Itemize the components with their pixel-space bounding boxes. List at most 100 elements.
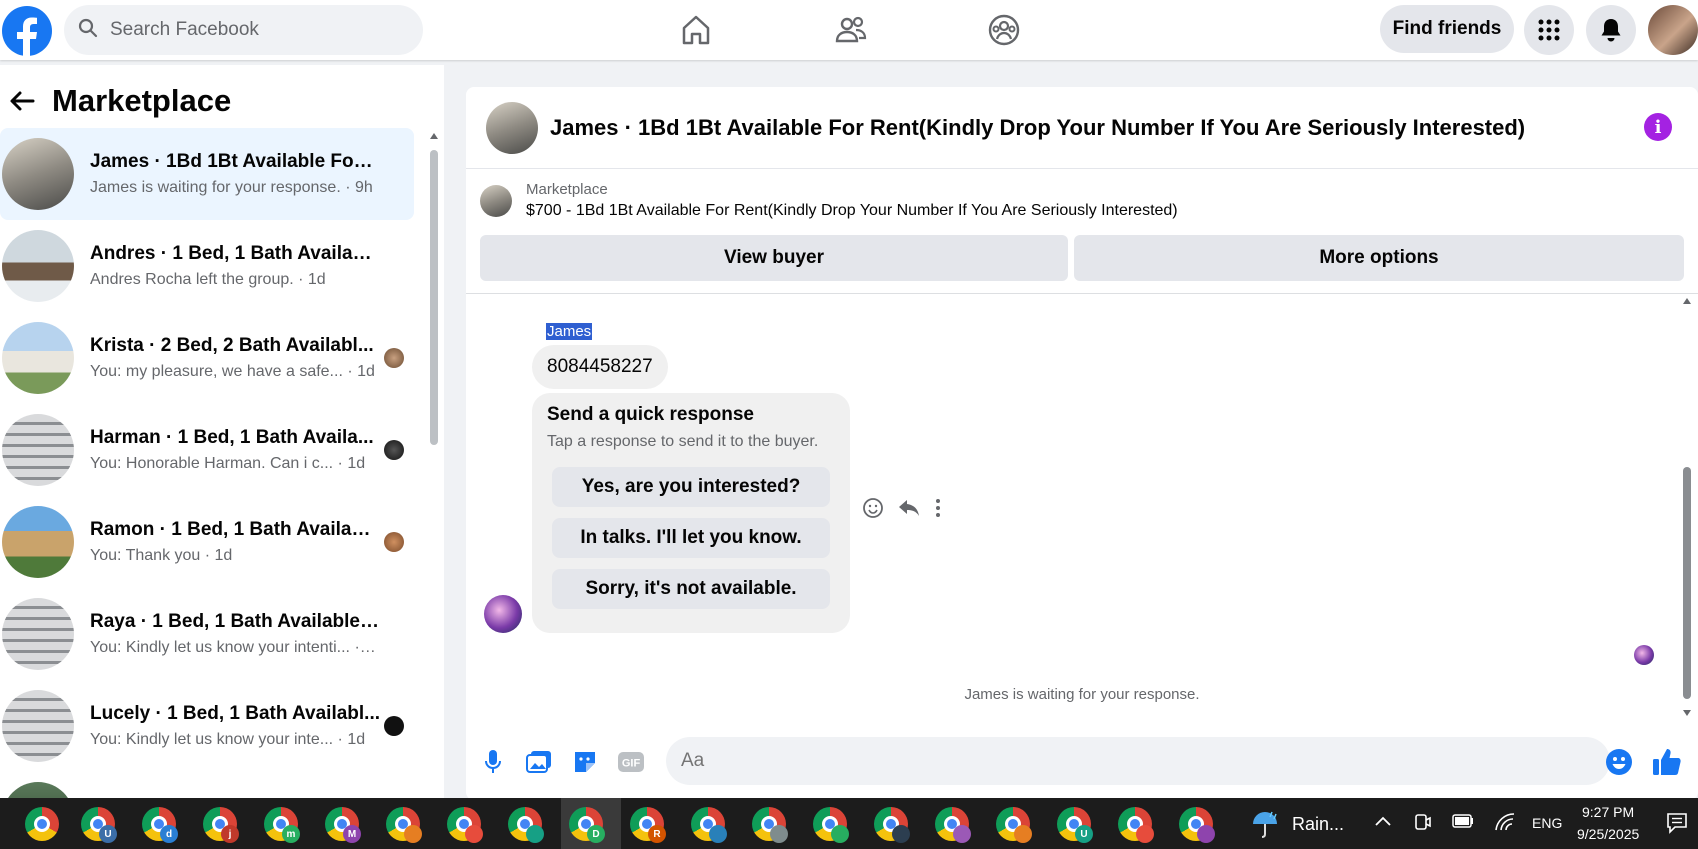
chrome-app-icon[interactable] — [25, 807, 59, 841]
profile-badge — [831, 825, 849, 843]
conversation-item-harman[interactable]: Harman · 1 Bed, 1 Bath Availa... You: Ho… — [0, 404, 414, 496]
find-friends-button[interactable]: Find friends — [1380, 5, 1514, 53]
home-icon[interactable] — [674, 10, 718, 50]
clock-date[interactable]: 9/25/2025 — [1577, 826, 1639, 842]
scroll-up-arrow-icon[interactable] — [1682, 297, 1692, 305]
listing-summary[interactable]: Marketplace $700 - 1Bd 1Bt Available For… — [480, 181, 1178, 220]
conversation-scroll-thumb[interactable] — [1683, 467, 1691, 699]
chrome-profile-icon[interactable]: U — [1057, 807, 1093, 843]
meet-now-icon[interactable] — [1414, 812, 1432, 835]
scroll-up-arrow-icon[interactable] — [429, 132, 439, 140]
chrome-profile-icon[interactable] — [935, 807, 971, 843]
marketplace-sidebar: Marketplace James · 1Bd 1Bt Available Fo… — [0, 65, 444, 798]
listing-thumbnail[interactable] — [486, 101, 538, 154]
message-bubble[interactable]: 8084458227 — [532, 345, 668, 389]
os-taskbar: Ud j m M D R U Rain... ENG 9:27 PM 9/25/2025 — [0, 798, 1698, 849]
gif-icon[interactable]: GIF — [616, 747, 646, 777]
thumbs-up-icon[interactable] — [1652, 747, 1682, 777]
conversation-preview: You: Kindly let us know your inte... · 1… — [90, 731, 366, 748]
message-actions — [862, 497, 942, 524]
participant-avatar — [384, 440, 404, 460]
chrome-profile-icon[interactable]: d — [142, 807, 178, 843]
chrome-profile-icon[interactable] — [508, 807, 544, 843]
quick-response-option-interested[interactable]: Yes, are you interested? — [552, 467, 830, 507]
chrome-profile-icon[interactable] — [996, 807, 1032, 843]
notification-center-icon[interactable] — [1666, 812, 1688, 837]
message-input-field[interactable] — [666, 737, 1610, 785]
scroll-down-arrow-icon[interactable] — [1682, 709, 1692, 717]
sender-avatar[interactable] — [484, 595, 522, 633]
profile-badge — [1136, 825, 1154, 843]
seen-by-avatar — [1634, 645, 1654, 665]
battery-icon[interactable] — [1452, 814, 1474, 831]
chrome-profile-icon[interactable] — [447, 807, 483, 843]
top-navigation-bar: Search Facebook Find friends — [0, 0, 1698, 60]
profile-badge: D — [587, 825, 605, 843]
weather-icon[interactable] — [1250, 810, 1280, 841]
more-options-button[interactable]: More options — [1074, 235, 1684, 281]
language-indicator[interactable]: ENG — [1532, 815, 1562, 831]
sidebar-title: Marketplace — [52, 83, 232, 118]
info-icon[interactable]: i — [1644, 113, 1672, 141]
search-icon — [78, 18, 98, 43]
chrome-profile-icon[interactable] — [813, 807, 849, 843]
sticker-icon[interactable] — [570, 747, 600, 777]
photo-icon[interactable] — [524, 747, 554, 777]
notifications-bell-icon[interactable] — [1586, 5, 1636, 55]
profile-avatar[interactable] — [1648, 5, 1698, 55]
header-divider — [466, 293, 1698, 294]
chrome-profile-icon[interactable]: M — [325, 807, 361, 843]
chrome-profile-icon[interactable] — [1118, 807, 1154, 843]
listing-thumbnail — [2, 598, 74, 670]
message-input[interactable] — [666, 737, 1610, 785]
facebook-logo-icon[interactable] — [2, 6, 52, 56]
listing-thumbnail — [2, 690, 74, 762]
groups-icon[interactable] — [982, 10, 1026, 50]
clock-time[interactable]: 9:27 PM — [1582, 804, 1634, 820]
listing-thumbnail — [2, 506, 74, 578]
sidebar-scroll-thumb[interactable] — [430, 150, 438, 445]
conversation-scrollbar[interactable] — [1680, 297, 1694, 717]
back-arrow-icon[interactable] — [0, 90, 44, 112]
chrome-profile-icon[interactable]: U — [81, 807, 117, 843]
view-buyer-button[interactable]: View buyer — [480, 235, 1068, 281]
chevron-up-icon[interactable] — [1374, 814, 1392, 830]
conversation-header-title[interactable]: James · 1Bd 1Bt Available For Rent(Kindl… — [550, 115, 1525, 141]
menu-grid-icon[interactable] — [1524, 5, 1574, 55]
search-input[interactable]: Search Facebook — [110, 19, 259, 41]
friends-icon[interactable] — [829, 10, 873, 50]
chrome-profile-icon[interactable]: R — [630, 807, 666, 843]
quick-response-option-in-talks[interactable]: In talks. I'll let you know. — [552, 518, 830, 558]
sidebar-scrollbar[interactable] — [428, 133, 440, 450]
conversation-title: Raya · 1 Bed, 1 Bath Available Fo... — [90, 611, 380, 632]
conversation-item-andres[interactable]: Andres · 1 Bed, 1 Bath Available ... And… — [0, 220, 414, 312]
chrome-profile-icon[interactable] — [1179, 807, 1215, 843]
react-smiley-icon[interactable] — [862, 497, 884, 524]
listing-thumbnail — [2, 414, 74, 486]
chrome-profile-icon[interactable] — [386, 807, 422, 843]
more-vertical-icon[interactable] — [934, 498, 942, 523]
chrome-profile-icon[interactable] — [752, 807, 788, 843]
quick-response-title: Send a quick response — [547, 404, 754, 425]
emoji-icon[interactable] — [1604, 747, 1634, 777]
weather-text[interactable]: Rain... — [1292, 814, 1344, 835]
profile-badge — [465, 825, 483, 843]
quick-response-option-not-available[interactable]: Sorry, it's not available. — [552, 569, 830, 609]
conversation-title: Andres · 1 Bed, 1 Bath Available ... — [90, 243, 380, 264]
conversation-item-partial[interactable] — [0, 772, 414, 798]
conversation-item-james[interactable]: James · 1Bd 1Bt Available For Re... Jame… — [0, 128, 414, 220]
conversation-item-ramon[interactable]: Ramon · 1 Bed, 1 Bath Availabl... You: T… — [0, 496, 414, 588]
conversation-item-krista[interactable]: Krista · 2 Bed, 2 Bath Availabl... You: … — [0, 312, 414, 404]
wifi-icon[interactable] — [1494, 812, 1516, 835]
chrome-profile-icon[interactable] — [874, 807, 910, 843]
search-bar[interactable]: Search Facebook — [64, 5, 423, 55]
conversation-item-lucely[interactable]: Lucely · 1 Bed, 1 Bath Availabl... You: … — [0, 680, 414, 772]
chrome-profile-icon[interactable]: D — [569, 807, 605, 843]
microphone-icon[interactable] — [478, 747, 508, 777]
chrome-profile-icon[interactable] — [691, 807, 727, 843]
reply-arrow-icon[interactable] — [898, 498, 920, 523]
listing-thumbnail — [480, 184, 512, 217]
conversation-item-raya[interactable]: Raya · 1 Bed, 1 Bath Available Fo... You… — [0, 588, 414, 680]
chrome-profile-icon[interactable]: m — [264, 807, 300, 843]
chrome-profile-icon[interactable]: j — [203, 807, 239, 843]
